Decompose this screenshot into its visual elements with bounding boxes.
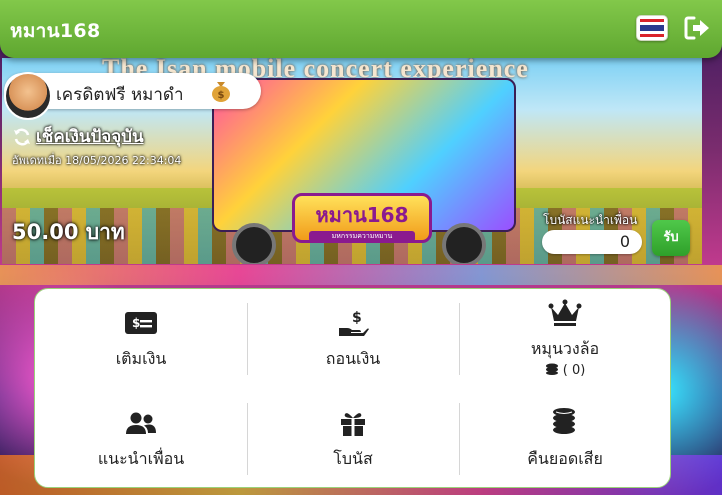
last-updated-text: อัพเดทเมื่อ 18/05/2026 22:34:04	[12, 154, 182, 167]
brand-title[interactable]: หมาน168	[10, 16, 100, 46]
spin-count: ( 0)	[459, 363, 671, 378]
logout-icon[interactable]	[683, 14, 711, 42]
menu-spin-wheel-label: หมุนวงล้อ	[530, 339, 600, 358]
svg-text:$: $	[218, 90, 225, 101]
menu-deposit[interactable]: $ เติมเงิน	[35, 289, 247, 389]
referral-bonus-value: 0	[542, 230, 642, 254]
deposit-card-icon: $	[125, 312, 157, 334]
menu-refer-friend[interactable]: แนะนำเพื่อน	[35, 389, 247, 489]
svg-text:$: $	[132, 316, 140, 330]
top-bar: หมาน168	[0, 0, 722, 58]
money-bag-icon: $	[212, 82, 230, 102]
coin-stack-icon	[545, 363, 558, 375]
coins-icon	[553, 408, 575, 434]
claim-bonus-button[interactable]: รับ	[652, 220, 690, 256]
refresh-icon	[14, 128, 30, 145]
menu-refer-friend-label: แนะนำเพื่อน	[97, 449, 185, 468]
menu-bonus-label: โบนัส	[333, 449, 373, 468]
menu-cashback[interactable]: คืนยอดเสีย	[459, 389, 671, 489]
refresh-balance-button[interactable]: เช็คเงินปัจจุบัน	[12, 123, 144, 150]
menu-withdraw[interactable]: $ ถอนเงิน	[247, 289, 459, 389]
language-flag-button[interactable]	[636, 15, 668, 41]
balance-amount: 50.00 บาท	[12, 220, 125, 244]
username: เครดิตฟรี หมาดำ	[56, 85, 184, 105]
refresh-label: เช็คเงินปัจจุบัน	[36, 127, 144, 147]
svg-text:$: $	[352, 310, 362, 326]
menu-cashback-label: คืนยอดเสีย	[527, 449, 603, 468]
crown-icon	[548, 299, 582, 326]
menu-withdraw-label: ถอนเงิน	[325, 349, 381, 368]
thai-flag-icon	[640, 19, 664, 37]
menu-deposit-label: เติมเงิน	[115, 349, 167, 368]
menu-spin-wheel[interactable]: หมุนวงล้อ ( 0)	[459, 289, 671, 389]
gift-icon	[341, 413, 365, 436]
menu-card: $ เติมเงิน $ ถอนเงิน หมุนวงล้อ (0) แนะน…	[34, 288, 671, 488]
banner-logo: หมาน168 มหกรรมความหมาน	[292, 193, 432, 243]
referral-bonus-label: โบนัสแนะนำเพื่อน	[543, 213, 638, 227]
withdraw-hand-icon: $	[339, 310, 369, 336]
avatar	[4, 72, 52, 120]
menu-bonus[interactable]: โบนัส	[247, 389, 459, 489]
users-icon	[126, 412, 156, 434]
